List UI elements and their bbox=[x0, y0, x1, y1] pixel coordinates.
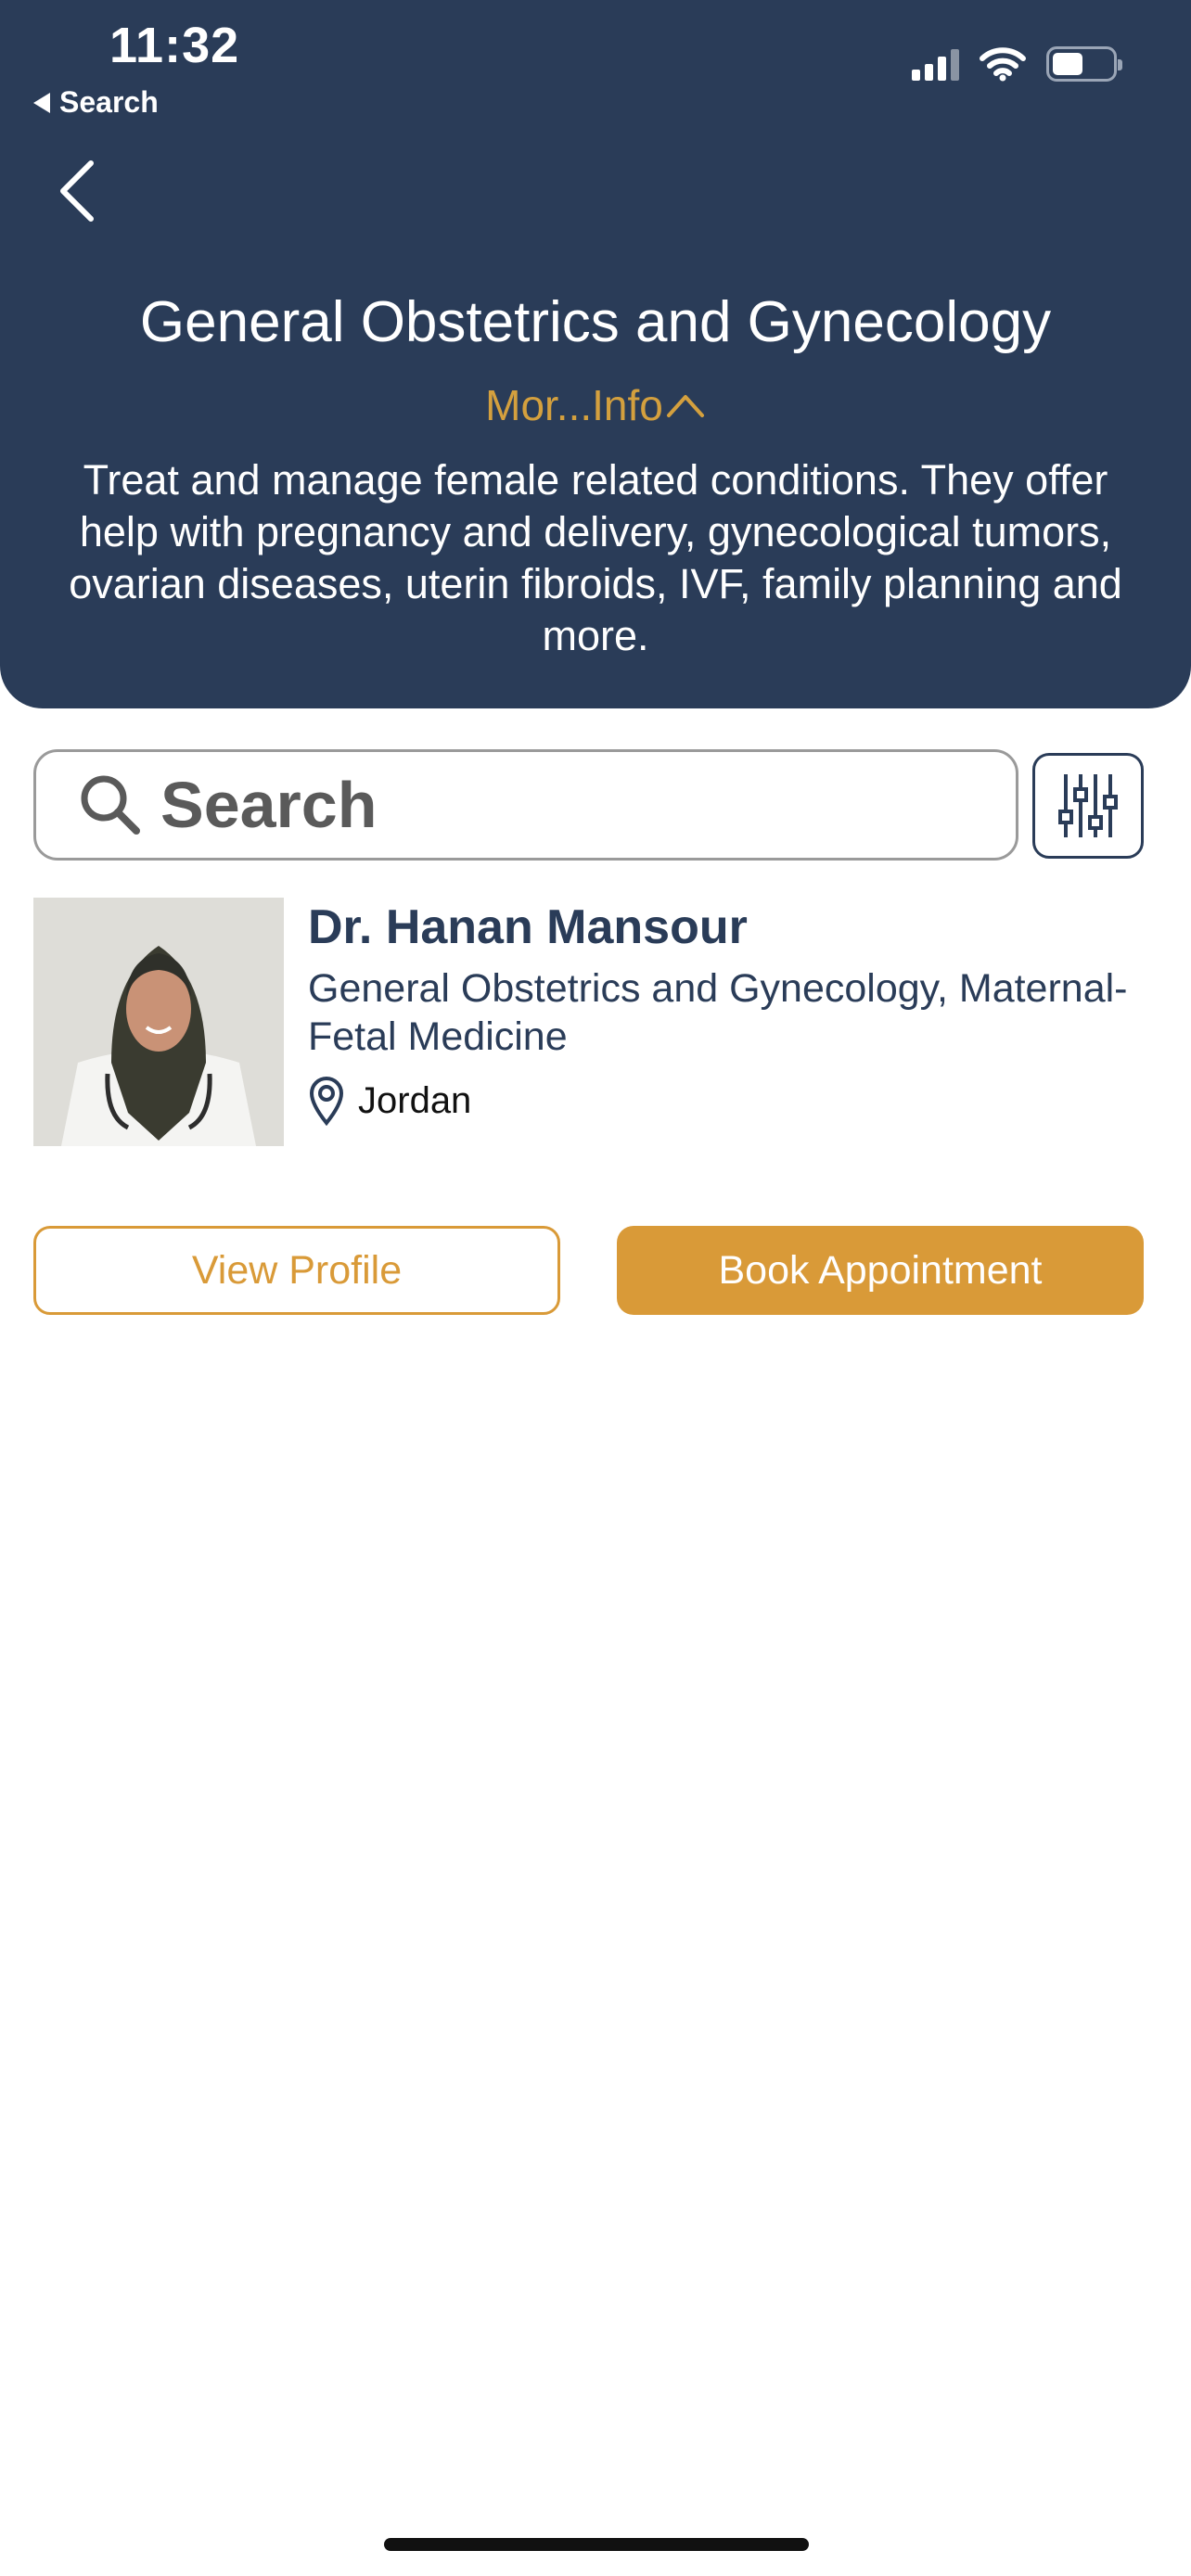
back-to-app-link[interactable]: Search bbox=[33, 85, 159, 120]
location-label: Jordan bbox=[358, 1079, 472, 1121]
back-triangle-icon bbox=[33, 92, 50, 113]
status-time: 11:32 bbox=[109, 18, 240, 73]
chevron-up-icon bbox=[666, 395, 704, 417]
specialty-description: Treat and manage female related conditio… bbox=[69, 456, 1122, 659]
doctor-photo[interactable] bbox=[33, 898, 284, 1146]
location-pin-icon bbox=[309, 1077, 344, 1126]
more-info-toggle[interactable]: Mor...Info bbox=[0, 380, 1191, 430]
more-info-label: Mor...Info bbox=[485, 381, 663, 429]
wifi-icon bbox=[980, 47, 1026, 82]
search-icon bbox=[81, 775, 140, 835]
status-icons bbox=[912, 46, 1122, 82]
back-app-label: Search bbox=[59, 85, 159, 119]
search-placeholder: Search bbox=[160, 769, 378, 841]
doctor-specialty: General Obstetrics and Gynecology, Mater… bbox=[308, 966, 1128, 1059]
doctor-location: Jordan bbox=[308, 1076, 471, 1126]
book-appointment-button[interactable]: Book Appointment bbox=[617, 1226, 1144, 1315]
page-title: General Obstetrics and Gynecology bbox=[139, 290, 1052, 354]
chevron-left-icon[interactable] bbox=[52, 158, 104, 224]
cellular-signal-icon bbox=[912, 47, 959, 81]
doctor-name[interactable]: Dr. Hanan Mansour bbox=[308, 899, 748, 955]
search-input[interactable]: Search bbox=[33, 749, 1018, 861]
battery-icon bbox=[1046, 46, 1122, 82]
header: 11:32 Search General Obstetrics and Gyne… bbox=[0, 0, 1191, 708]
filter-sliders-icon bbox=[1058, 774, 1118, 837]
filter-button[interactable] bbox=[1032, 753, 1144, 859]
view-profile-button[interactable]: View Profile bbox=[33, 1226, 560, 1315]
home-indicator[interactable] bbox=[384, 2538, 809, 2551]
